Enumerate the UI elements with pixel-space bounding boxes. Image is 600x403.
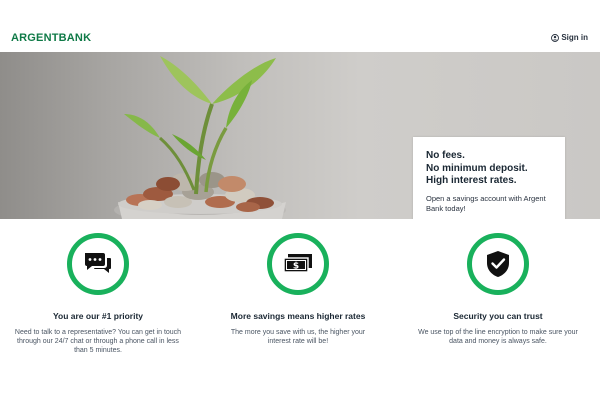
- money-icon: $: [283, 254, 312, 273]
- promo-line: No minimum deposit.: [426, 162, 528, 174]
- brand-logo[interactable]: ARGENTBANK: [11, 32, 91, 44]
- feature-item: You are our #1 priority Need to talk to …: [8, 233, 188, 364]
- promo-subtext: Open a savings account with Argent Bank …: [426, 194, 546, 213]
- feature-icon-circle: $: [267, 233, 329, 295]
- promo-card: No fees. No minimum deposit. High intere…: [413, 137, 565, 219]
- hero-banner: No fees. No minimum deposit. High intere…: [0, 52, 600, 219]
- feature-description: We use top of the line encryption to mak…: [418, 329, 578, 345]
- user-circle-icon: [551, 33, 560, 42]
- feature-item: $ More savings means higher rates The mo…: [208, 233, 388, 346]
- sign-in-link[interactable]: Sign in: [551, 33, 588, 42]
- feature-title: More savings means higher rates: [230, 311, 366, 321]
- feature-icon-circle: [467, 233, 529, 295]
- chat-icon: [85, 253, 111, 273]
- feature-description: Need to talk to a representative? You ca…: [14, 329, 182, 354]
- promo-headline: No fees. No minimum deposit. High intere…: [426, 150, 528, 188]
- main-nav: ARGENTBANK Sign in: [0, 0, 600, 52]
- shield-icon: [487, 251, 509, 277]
- sign-in-label: Sign in: [561, 33, 588, 42]
- feature-description: The more you save with us, the higher yo…: [230, 329, 366, 345]
- feature-item: Security you can trust We use top of the…: [408, 233, 588, 346]
- feature-title: Security you can trust: [453, 311, 543, 321]
- promo-line: High interest rates.: [426, 175, 517, 186]
- svg-text:$: $: [293, 262, 299, 272]
- feature-title: You are our #1 priority: [52, 311, 144, 321]
- promo-line: No fees.: [426, 150, 465, 161]
- feature-icon-circle: [67, 233, 129, 295]
